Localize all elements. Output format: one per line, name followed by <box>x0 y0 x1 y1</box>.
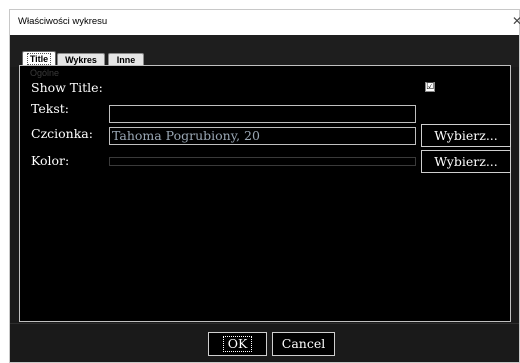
window-title: Właściwości wykresu <box>18 16 108 27</box>
tab-wykres-label: Wykres <box>65 55 97 65</box>
font-label: Czcionka: <box>31 126 93 141</box>
title-bar: Właściwości wykresu ✕ <box>10 10 520 35</box>
font-field: Tahoma Pogrubiony, 20 <box>109 127 416 145</box>
group-label: Ogólne <box>30 68 60 78</box>
footer-divider <box>10 323 519 324</box>
tab-title[interactable]: Title <box>22 51 56 66</box>
ok-button-label: OK <box>222 336 253 352</box>
ok-button[interactable]: OK <box>208 332 267 356</box>
text-input[interactable] <box>109 105 416 123</box>
tab-panel-title: Ogólne Show Title: ☑ Tekst: Czcionka: Ta… <box>19 65 511 322</box>
tab-inne-label: Inne <box>116 55 136 65</box>
chart-properties-dialog: Właściwości wykresu ✕ Title Wykres Inne … <box>9 9 520 363</box>
cancel-button[interactable]: Cancel <box>272 332 335 356</box>
choose-font-button[interactable]: Wybierz... <box>421 124 511 147</box>
show-title-label: Show Title: <box>31 80 103 95</box>
close-icon[interactable]: ✕ <box>512 14 520 28</box>
choose-color-button[interactable]: Wybierz... <box>421 150 511 173</box>
show-title-checkbox[interactable]: ☑ <box>425 82 435 92</box>
text-label: Tekst: <box>31 101 69 116</box>
tab-strip: Title Wykres Inne <box>10 35 519 67</box>
color-label: Kolor: <box>31 153 70 168</box>
tab-title-label: Title <box>26 53 52 65</box>
color-swatch[interactable] <box>109 157 416 166</box>
